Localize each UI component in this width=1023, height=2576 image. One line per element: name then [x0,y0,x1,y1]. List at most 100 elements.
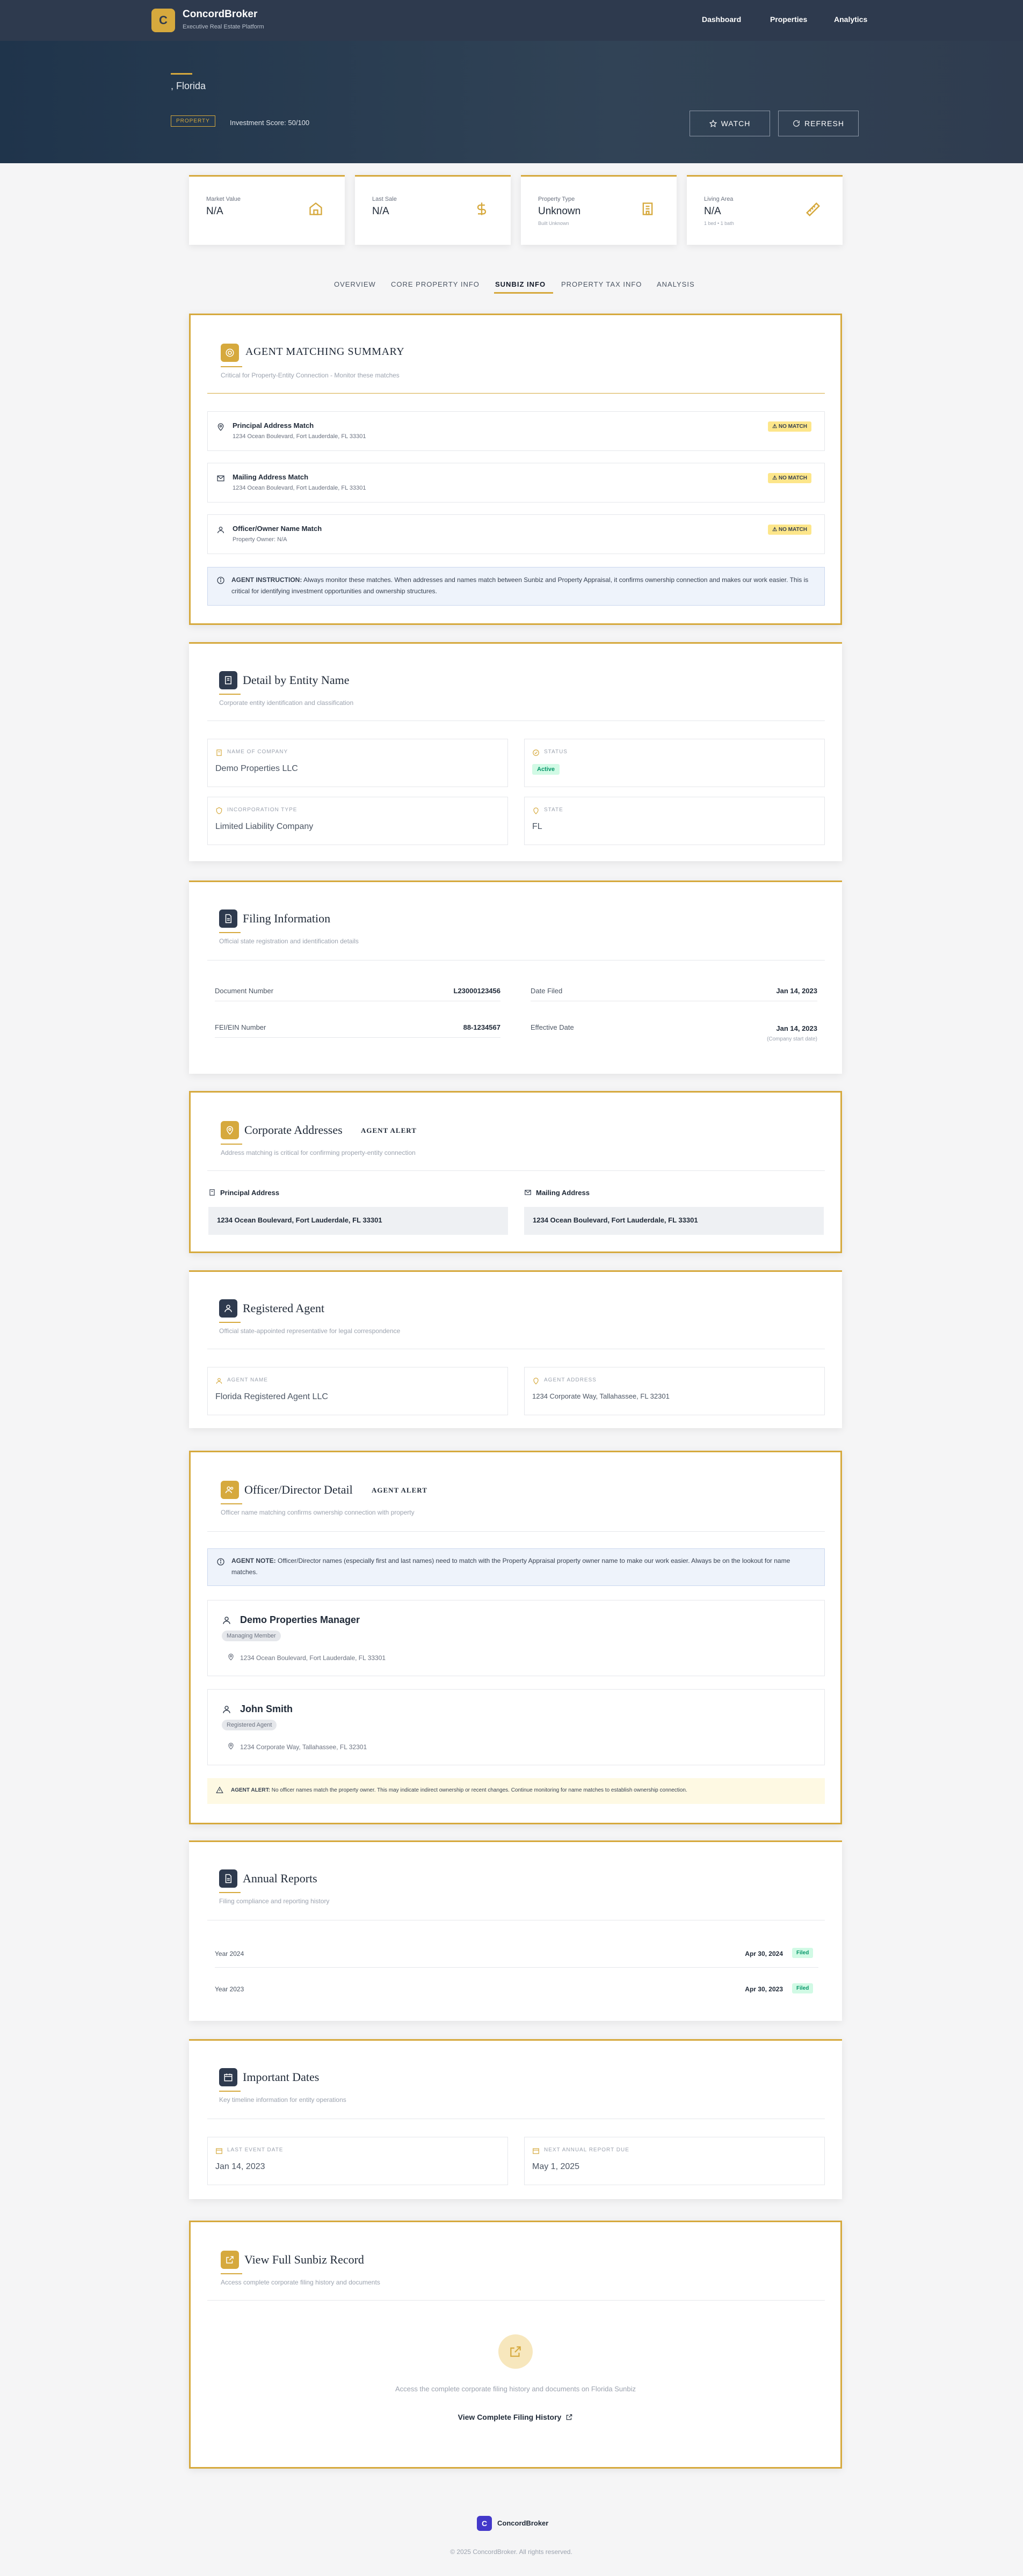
tab-analysis[interactable]: ANALYSIS [657,280,695,288]
title-underline [219,694,241,695]
stat-label: Property Type [538,196,575,202]
sunbiz-record-title: View Full Sunbiz Record [244,2253,364,2266]
alert-label: AGENT ALERT: [231,1787,270,1793]
stat-value: Unknown [538,206,581,217]
dollar-icon [474,201,489,216]
hero-accent-line [171,73,192,75]
sunbiz-record-subtitle: Access complete corporate filing history… [221,2279,380,2286]
field-label: LAST EVENT DATE [227,2147,284,2153]
nav-properties[interactable]: Properties [770,15,807,24]
view-filing-history-link[interactable]: View Complete Filing History [451,2413,580,2421]
user-icon [222,1616,231,1625]
match-row-principal: Principal Address Match 1234 Ocean Boule… [207,411,825,451]
map-pin-icon [227,1742,235,1750]
match-row-officer: Officer/Owner Name Match Property Owner:… [207,514,825,554]
agent-address-field: AGENT ADDRESS 1234 Corporate Way, Tallah… [524,1367,825,1415]
nav-analytics[interactable]: Analytics [834,15,867,24]
external-link-icon [565,2413,573,2421]
title-underline [219,1892,241,1893]
refresh-button[interactable]: REFRESH [778,111,859,136]
stat-value: N/A [372,206,389,217]
officer-name: John Smith [240,1704,293,1714]
active-tab-indicator [494,292,553,294]
filing-subtitle: Official state registration and identifi… [219,937,359,945]
watch-button[interactable]: WATCH [690,111,770,136]
property-badge: PROPERTY [171,115,215,127]
map-pin-icon [221,1121,239,1139]
field-value: Florida Registered Agent LLC [215,1392,328,1401]
officer-title: Officer/Director Detail [244,1483,353,1496]
important-dates-subtitle: Key timeline information for entity oper… [219,2096,346,2104]
user-icon [216,526,225,534]
field-label: NAME OF COMPANY [227,749,288,755]
tab-property-tax-info[interactable]: PROPERTY TAX INFO [561,280,642,288]
section-divider [207,393,825,394]
mailing-address-label: Mailing Address [536,1189,590,1197]
row-divider [215,1967,818,1968]
mailing-address-value: 1234 Ocean Boulevard, Fort Lauderdale, F… [524,1207,824,1235]
principal-address-value: 1234 Ocean Boulevard, Fort Lauderdale, F… [208,1207,508,1235]
title-underline [221,366,242,367]
field-label: STATE [544,807,563,813]
tab-core-property-info[interactable]: CORE PROPERTY INFO [391,280,480,288]
brand-name[interactable]: ConcordBroker [183,9,257,20]
agent-matching-title: AGENT MATCHING SUMMARY [245,346,405,358]
fein-value: 88-1234567 [463,1023,500,1031]
star-icon [709,120,717,127]
user-icon [215,1377,223,1385]
tab-sunbiz-info[interactable]: SUNBIZ INFO [495,280,546,288]
report-date: Apr 30, 2023 [745,1985,783,1993]
nav-dashboard[interactable]: Dashboard [702,15,741,24]
building-icon [219,671,237,689]
check-circle-icon [532,749,540,756]
info-icon [216,1558,225,1566]
filed-badge: Filed [792,1948,814,1958]
watch-label: WATCH [721,119,751,128]
officer-role: Managing Member [222,1631,281,1641]
field-value: Limited Liability Company [215,822,314,831]
tab-overview[interactable]: OVERVIEW [334,280,376,288]
match-row-mailing: Mailing Address Match 1234 Ocean Bouleva… [207,463,825,503]
refresh-label: REFRESH [804,119,844,128]
refresh-icon [793,120,800,127]
last-event-date-field: LAST EVENT DATE Jan 14, 2023 [207,2137,508,2185]
date-filed-value: Jan 14, 2023 [776,987,817,995]
brand-tagline: Executive Real Estate Platform [183,24,264,30]
officer-subtitle: Officer name matching confirms ownership… [221,1509,415,1516]
calendar-icon [532,2147,540,2155]
match-sub: 1234 Ocean Boulevard, Fort Lauderdale, F… [233,433,366,440]
agent-name-field: AGENT NAME Florida Registered Agent LLC [207,1367,508,1415]
agent-alert-tag: AGENT ALERT [372,1486,427,1494]
important-dates-title: Important Dates [243,2070,320,2084]
logo[interactable]: C [151,9,175,32]
match-title: Principal Address Match [233,421,314,430]
no-match-badge: ⚠ NO MATCH [768,421,811,432]
field-label: STATUS [544,749,568,755]
building-icon [208,1189,216,1196]
agent-alert-tag: AGENT ALERT [361,1126,417,1134]
user-shield-icon [219,1299,237,1318]
status-field: STATUS Active [524,739,825,787]
status-badge: Active [532,764,560,775]
effective-date-value: Jan 14, 2023 [776,1024,817,1032]
map-pin-icon [216,423,225,431]
title-underline [219,2091,241,2092]
registered-agent-subtitle: Official state-appointed representative … [219,1327,401,1335]
stat-card-market-value: Market Value N/A [189,175,345,245]
alert-text: No officer names match the property owne… [271,1787,687,1793]
calendar-icon [215,2147,223,2155]
officer-card: Demo Properties Manager Managing Member … [207,1600,825,1676]
footer-logo: C [477,2516,492,2531]
filing-info-panel [189,881,842,1074]
instruction-text: Always monitor these matches. When addre… [231,576,809,595]
field-label: INCORPORATION TYPE [227,807,298,813]
row-divider [215,1037,500,1038]
stat-label: Living Area [704,196,734,202]
agent-alert-box: AGENT ALERT: No officer names match the … [207,1778,825,1804]
property-title: , Florida [171,81,206,91]
company-name-field: NAME OF COMPANY Demo Properties LLC [207,739,508,787]
map-pin-icon [532,807,540,814]
field-value: FL [532,822,542,831]
officer-card: John Smith Registered Agent 1234 Corpora… [207,1689,825,1765]
document-number-label: Document Number [215,987,274,995]
